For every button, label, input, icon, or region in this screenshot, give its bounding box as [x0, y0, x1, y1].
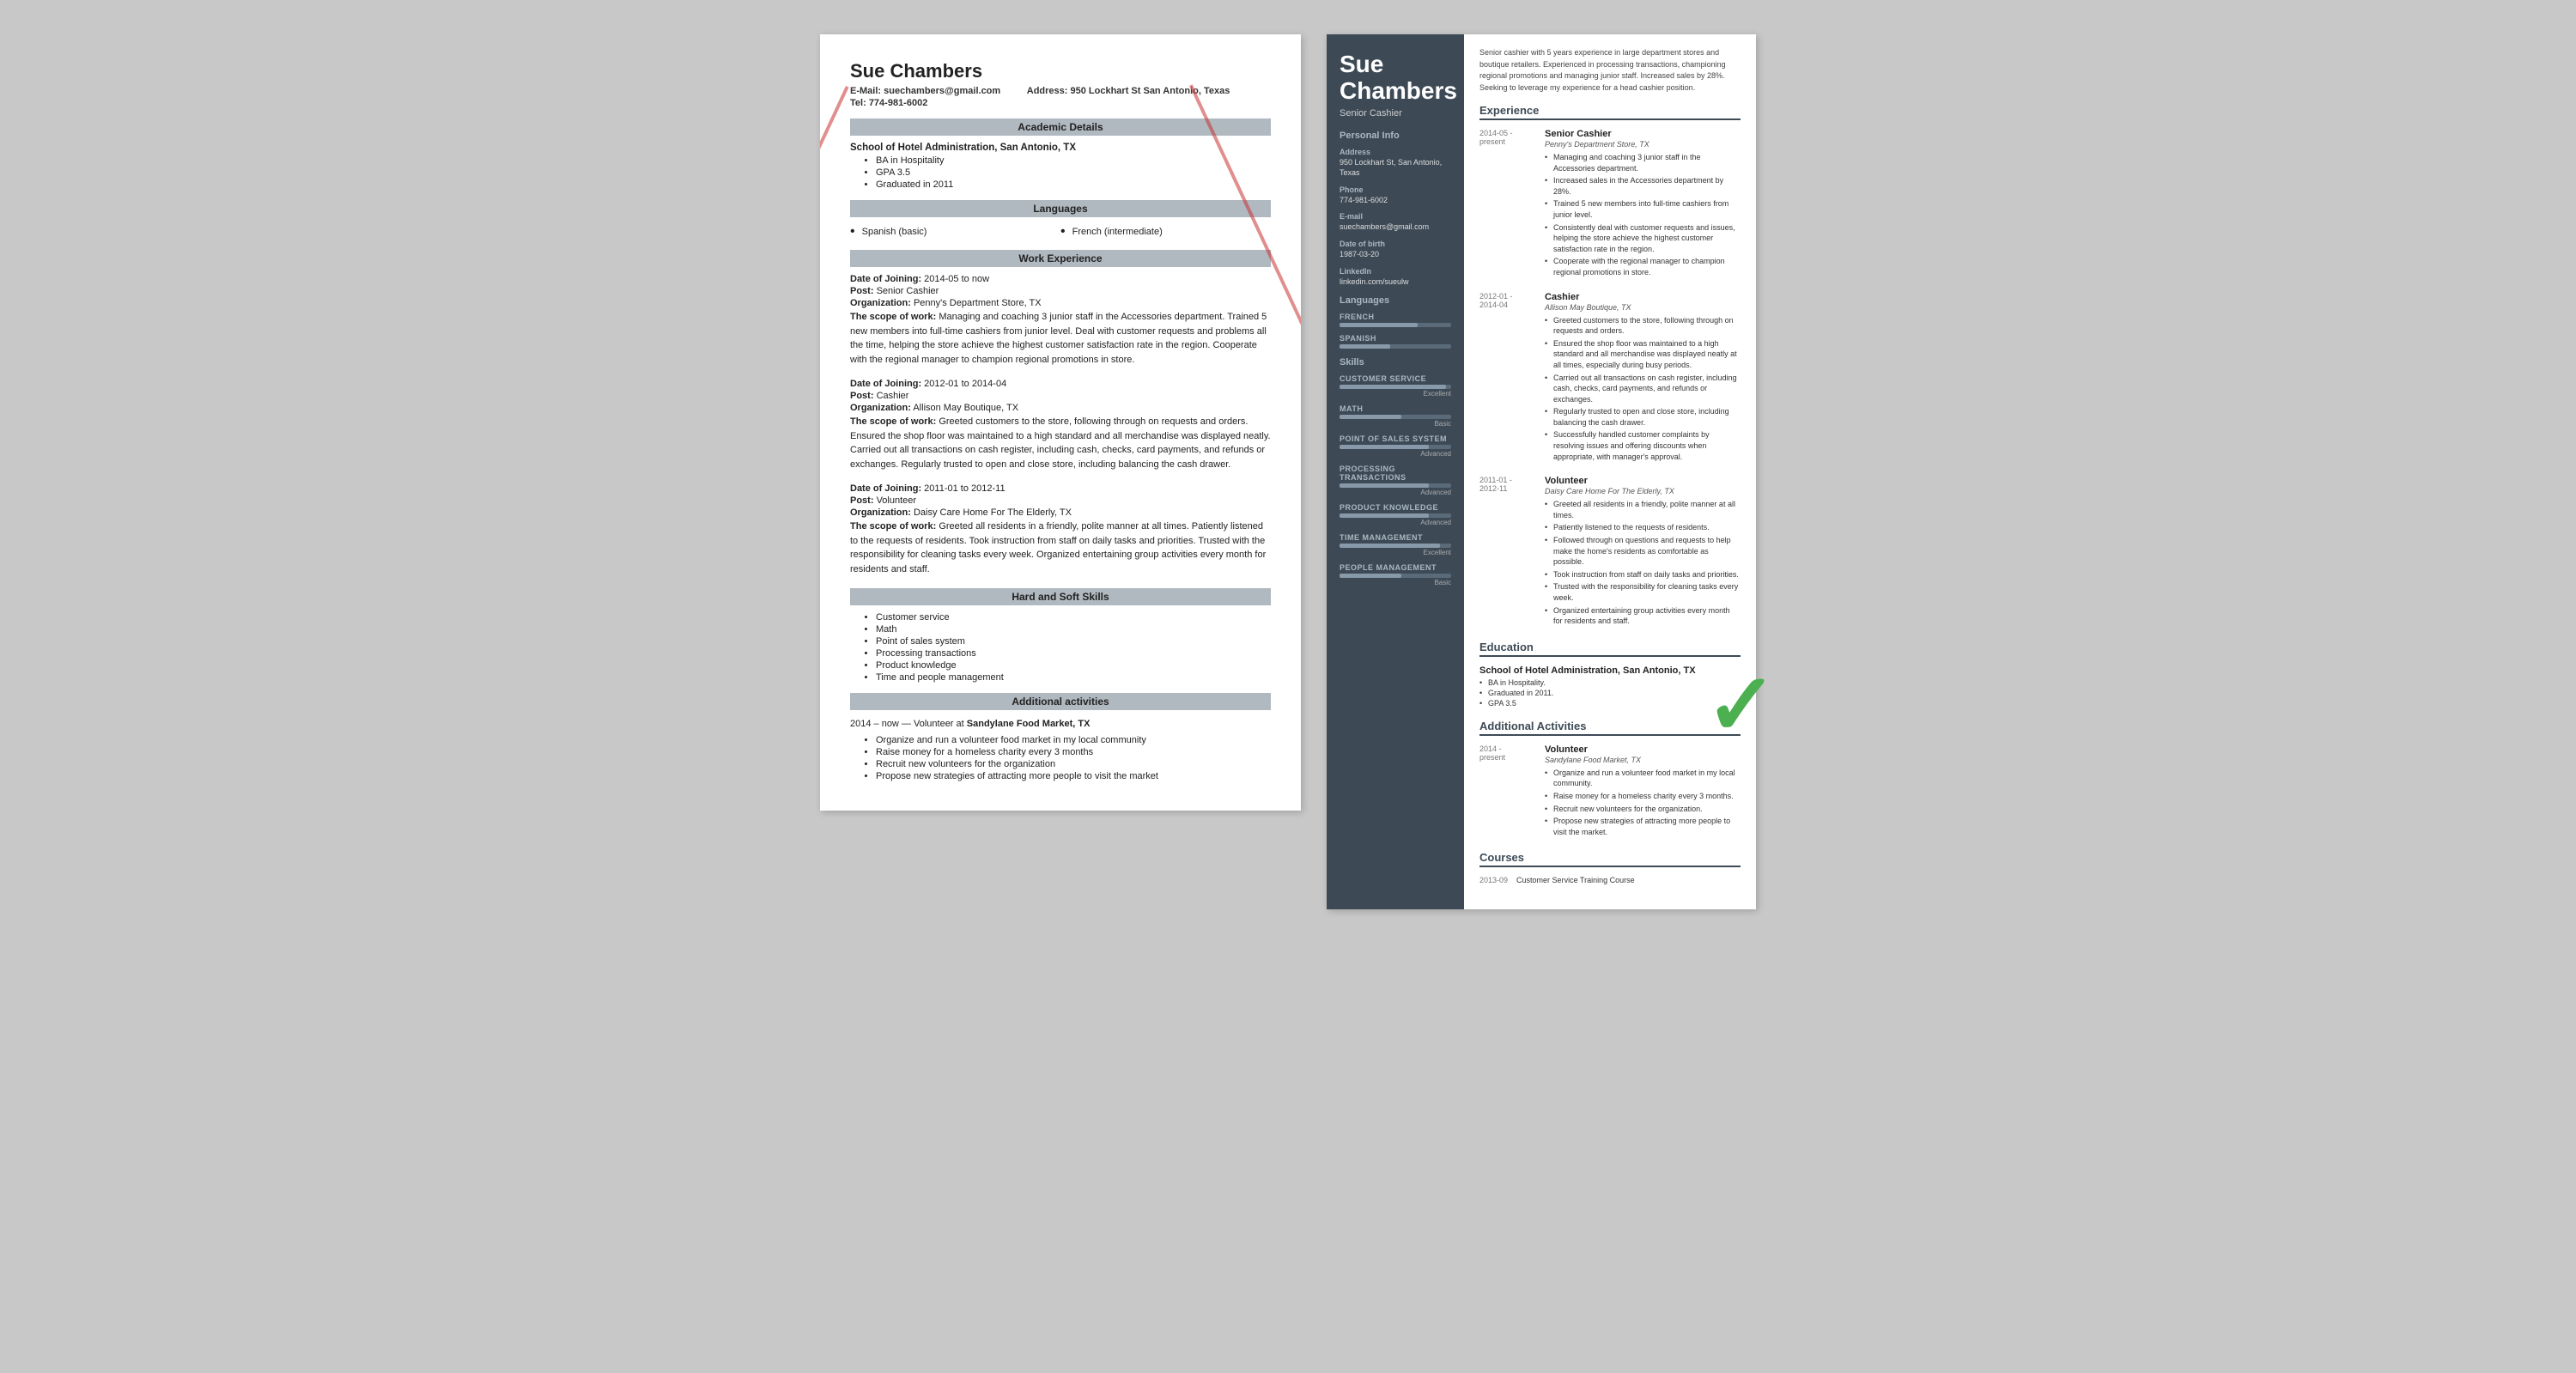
lang-french: • French (intermediate) — [1060, 224, 1271, 240]
right-sidebar: Sue Chambers Senior Cashier Personal Inf… — [1327, 34, 1464, 909]
skills-list: Customer service Math Point of sales sys… — [876, 612, 1271, 683]
additional-item: Raise money for a homeless charity every… — [876, 747, 1271, 757]
additional-item: Organize and run a volunteer food market… — [876, 735, 1271, 745]
additional-block: 2014 -present Volunteer Sandylane Food M… — [1479, 744, 1741, 840]
lang-french-sidebar: FRENCH — [1340, 313, 1451, 327]
edu-school: School of Hotel Administration, San Anto… — [1479, 665, 1741, 676]
work-block-1: Date of Joining: 2014-05 to now Post: Se… — [850, 274, 1271, 367]
right-title: Senior Cashier — [1340, 108, 1451, 118]
academic-header: Academic Details — [850, 118, 1271, 136]
summary-text: Senior cashier with 5 years experience i… — [1479, 47, 1741, 94]
lang-spanish: • Spanish (basic) — [850, 224, 1060, 240]
skill-product-knowledge: PRODUCT KNOWLEDGE Advanced — [1340, 503, 1451, 526]
exp-block-3: 2011-01 -2012-11 Volunteer Daisy Care Ho… — [1479, 476, 1741, 629]
skill-math: MATH Basic — [1340, 404, 1451, 428]
additional-list: Organize and run a volunteer food market… — [876, 735, 1271, 781]
academic-school: School of Hotel Administration, San Anto… — [850, 143, 1271, 153]
address-label: Address — [1340, 148, 1451, 156]
skills-header: Hard and Soft Skills — [850, 588, 1271, 605]
additional-section: Additional Activities 2014 -present Volu… — [1479, 720, 1741, 840]
additional-item: Recruit new volunteers for the organizat… — [876, 759, 1271, 769]
languages-header: Languages — [850, 200, 1271, 217]
left-resume: Sue Chambers E-Mail: suechambers@gmail.c… — [820, 34, 1301, 811]
courses-section: Courses 2013-09 Customer Service Trainin… — [1479, 851, 1741, 884]
left-contact-email: E-Mail: suechambers@gmail.com Address: 9… — [850, 86, 1271, 96]
work-block-3: Date of Joining: 2011-01 to 2012-11 Post… — [850, 483, 1271, 576]
skill-item: Product knowledge — [876, 660, 1271, 671]
additional-title: Additional Activities — [1479, 720, 1741, 736]
course-row: 2013-09 Customer Service Training Course — [1479, 876, 1741, 884]
phone-value: 774-981-6002 — [1340, 195, 1451, 206]
linkedin-label: LinkedIn — [1340, 267, 1451, 276]
phone-label: Phone — [1340, 185, 1451, 194]
linkedin-value: linkedin.com/sueulw — [1340, 276, 1451, 288]
languages-row: • Spanish (basic) • French (intermediate… — [850, 224, 1271, 240]
edu-block: School of Hotel Administration, San Anto… — [1479, 665, 1741, 708]
education-section: Education School of Hotel Administration… — [1479, 641, 1741, 708]
skill-point-of-sales: POINT OF SALES SYSTEM Advanced — [1340, 434, 1451, 458]
right-name: Sue Chambers — [1340, 52, 1451, 105]
address-value: 950 Lockhart St, San Antonio, Texas — [1340, 157, 1451, 179]
work-block-2: Date of Joining: 2012-01 to 2014-04 Post… — [850, 379, 1271, 471]
personal-info-title: Personal Info — [1340, 131, 1451, 141]
additional-item: Propose new strategies of attracting mor… — [876, 771, 1271, 781]
additional-entry: 2014 – now — Volunteer at Sandylane Food… — [850, 717, 1271, 732]
experience-section: Experience 2014-05 -present Senior Cashi… — [1479, 104, 1741, 629]
skill-processing-transactions: PROCESSING TRANSACTIONS Advanced — [1340, 465, 1451, 496]
skills-sidebar-title: Skills — [1340, 357, 1451, 368]
skill-item: Math — [876, 624, 1271, 635]
left-contact-tel: Tel: 774-981-6002 — [850, 98, 1271, 108]
dob-value: 1987-03-20 — [1340, 249, 1451, 260]
experience-title: Experience — [1479, 104, 1741, 120]
lang-spanish-sidebar: SPANISH — [1340, 334, 1451, 349]
exp-block-1: 2014-05 -present Senior Cashier Penny's … — [1479, 129, 1741, 280]
email-value: suechambers@gmail.com — [1340, 222, 1451, 233]
exp-block-2: 2012-01 -2014-04 Cashier Allison May Bou… — [1479, 292, 1741, 465]
dob-label: Date of birth — [1340, 240, 1451, 248]
left-name: Sue Chambers — [850, 60, 1271, 82]
courses-title: Courses — [1479, 851, 1741, 867]
academic-item: GPA 3.5 — [876, 167, 1271, 178]
skill-item: Time and people management — [876, 672, 1271, 683]
additional-header: Additional activities — [850, 693, 1271, 710]
education-title: Education — [1479, 641, 1741, 657]
right-resume: ✓ Sue Chambers Senior Cashier Personal I… — [1327, 34, 1756, 909]
academic-items: BA in Hospitality GPA 3.5 Graduated in 2… — [876, 155, 1271, 190]
work-header: Work Experience — [850, 250, 1271, 267]
email-label: E-mail — [1340, 212, 1451, 221]
right-main-content: Senior cashier with 5 years experience i… — [1464, 34, 1756, 909]
skill-customer-service: CUSTOMER SERVICE Excellent — [1340, 374, 1451, 398]
academic-item: Graduated in 2011 — [876, 179, 1271, 190]
skill-item: Customer service — [876, 612, 1271, 623]
skill-people-management: PEOPLE MANAGEMENT Basic — [1340, 563, 1451, 586]
languages-sidebar-title: Languages — [1340, 295, 1451, 306]
skill-item: Point of sales system — [876, 636, 1271, 647]
academic-item: BA in Hospitality — [876, 155, 1271, 166]
skill-time-management: TIME MANAGEMENT Excellent — [1340, 533, 1451, 556]
skill-item: Processing transactions — [876, 648, 1271, 659]
